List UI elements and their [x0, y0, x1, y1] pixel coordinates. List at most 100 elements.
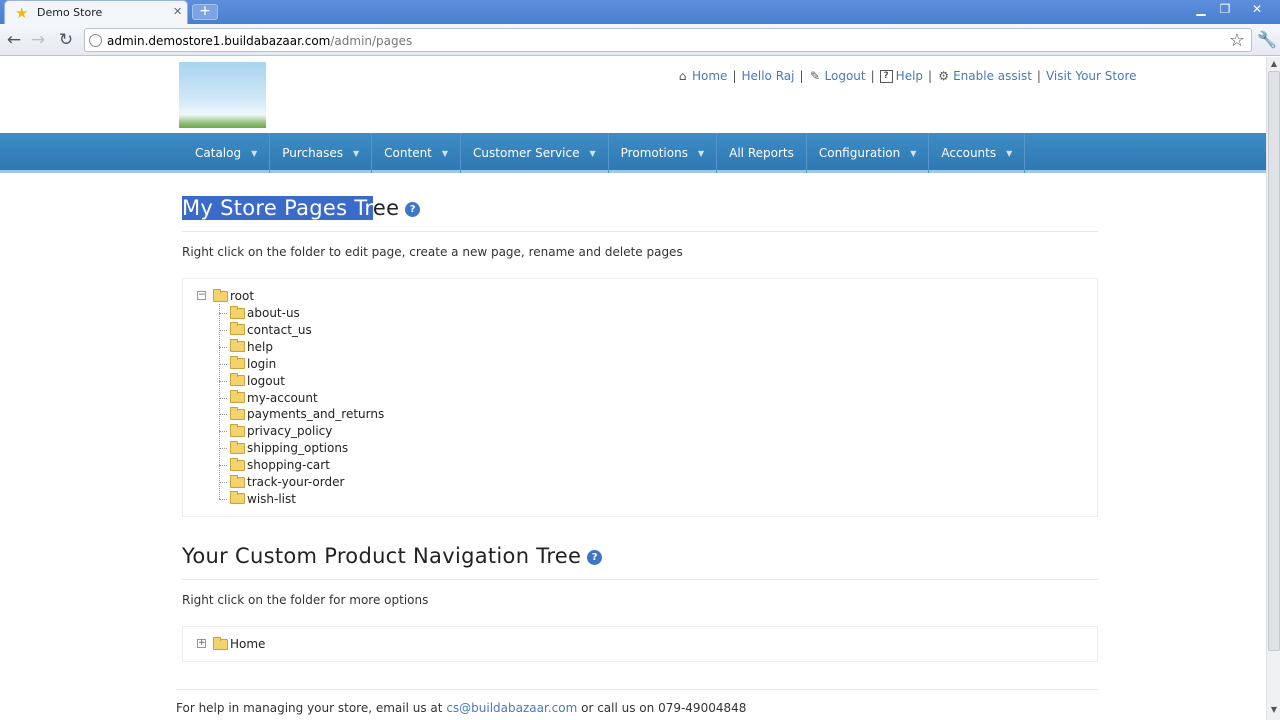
- pages-tree-title: My Store Pages Tree?: [182, 196, 421, 220]
- tab-title: Demo Store: [37, 6, 103, 19]
- dropdown-caret-icon: ▼: [251, 148, 258, 158]
- expand-plus-icon[interactable]: +: [197, 639, 206, 648]
- separator: |: [732, 69, 737, 83]
- enable-assist-link[interactable]: Enable assist: [953, 69, 1032, 83]
- folder-icon: [230, 356, 245, 370]
- menu-item-purchases[interactable]: Purchases ▼: [270, 133, 373, 173]
- menu-item-label: Configuration: [818, 146, 901, 160]
- tree-branch-line: [219, 380, 227, 382]
- url-text: admin.demostore1.buildabazaar.com/admin/…: [107, 34, 413, 48]
- tree-node-about-us[interactable]: about-us: [230, 305, 300, 321]
- menu-item-label: Customer Service: [473, 146, 580, 160]
- tab-close-icon[interactable]: ✕: [173, 5, 182, 18]
- dropdown-caret-icon: ▼: [589, 148, 596, 158]
- separator: |: [799, 69, 804, 83]
- hello-user-link[interactable]: Hello Raj: [741, 69, 794, 83]
- folder-icon: [230, 491, 245, 505]
- help-bubble-icon[interactable]: ?: [405, 201, 421, 217]
- scroll-down-icon[interactable]: ▼: [1268, 705, 1280, 717]
- tree-node-shipping_options[interactable]: shipping_options: [230, 440, 348, 456]
- reload-icon[interactable]: ↻: [56, 30, 76, 50]
- tree-branch-line: [219, 329, 227, 331]
- menu-item-content[interactable]: Content ▼: [372, 133, 462, 173]
- tree-node-my-account[interactable]: my-account: [230, 390, 318, 406]
- nav-tree-home-node[interactable]: Home: [213, 636, 265, 652]
- menu-item-customer-service[interactable]: Customer Service ▼: [461, 133, 609, 173]
- selected-title-text: My Store Pages Tr: [182, 196, 373, 220]
- wrench-menu-icon[interactable]: 🔧: [1257, 30, 1277, 49]
- folder-icon: [230, 322, 245, 336]
- tree-node-logout[interactable]: logout: [230, 373, 285, 389]
- divider: [182, 579, 1098, 580]
- folder-icon: [213, 636, 228, 650]
- main-menu-bar: Catalog ▼ Purchases ▼ Content ▼ Customer Servi…: [0, 133, 1266, 173]
- tree-branch-line: [219, 414, 227, 416]
- menu-item-accounts[interactable]: Accounts ▼: [929, 133, 1026, 173]
- collapse-minus-icon[interactable]: −: [197, 291, 206, 300]
- folder-icon: [230, 440, 245, 454]
- divider: [182, 231, 1098, 232]
- menu-item-configuration[interactable]: Configuration ▼: [807, 133, 930, 173]
- visit-store-link[interactable]: Visit Your Store: [1046, 69, 1137, 83]
- tree-node-shopping-cart[interactable]: shopping-cart: [230, 457, 330, 473]
- nav-tree-hint: Right click on the folder for more optio…: [182, 593, 429, 607]
- menu-item-label: Content: [384, 146, 432, 160]
- folder-icon: [230, 474, 245, 488]
- scroll-thumb[interactable]: [1268, 71, 1280, 651]
- page-scrollbar[interactable]: ▲ ▼: [1266, 57, 1280, 720]
- minimize-icon[interactable]: ▁: [1191, 2, 1211, 18]
- scroll-up-icon[interactable]: ▲: [1268, 59, 1280, 71]
- bookmark-star-icon[interactable]: ☆: [1229, 30, 1245, 51]
- tree-node-login[interactable]: login: [230, 356, 276, 372]
- tree-root-node[interactable]: root: [213, 288, 254, 304]
- tree-branch-line: [219, 346, 227, 348]
- browser-toolbar: ← → ↻ admin.demostore1.buildabazaar.com/…: [0, 24, 1280, 56]
- tree-node-track-your-order[interactable]: track-your-order: [230, 474, 344, 490]
- folder-icon: [230, 406, 245, 420]
- menu-item-catalog[interactable]: Catalog ▼: [183, 133, 271, 173]
- folder-icon: [213, 288, 228, 302]
- tree-branch-line: [219, 498, 227, 500]
- pages-tree-hint: Right click on the folder to edit page, …: [182, 245, 683, 259]
- menu-item-label: All Reports: [729, 146, 794, 160]
- folder-icon: [230, 305, 245, 319]
- tree-node-privacy_policy[interactable]: privacy_policy: [230, 423, 332, 439]
- restore-icon[interactable]: ❐: [1215, 2, 1235, 18]
- tree-node-contact_us[interactable]: contact_us: [230, 322, 312, 338]
- menu-item-label: Accounts: [941, 146, 997, 160]
- folder-icon: [230, 390, 245, 403]
- home-icon: ⌂: [678, 68, 687, 83]
- menu-item-label: Purchases: [282, 146, 343, 160]
- tree-node-wish-list[interactable]: wish-list: [230, 491, 296, 507]
- help-icon: ?: [879, 69, 893, 83]
- browser-titlebar: ★ Demo Store ✕ + ▁ ❐ ✕: [0, 0, 1280, 24]
- logout-link[interactable]: Logout: [825, 69, 866, 83]
- dropdown-caret-icon: ▼: [441, 148, 449, 158]
- tree-branch-line: [219, 465, 227, 467]
- tree-node-help[interactable]: help: [230, 339, 273, 355]
- tree-node-payments_and_returns[interactable]: payments_and_returns: [230, 406, 384, 422]
- tree-branch-line: [219, 431, 227, 433]
- forward-icon[interactable]: →: [28, 30, 48, 50]
- tree-branch-line: [219, 363, 227, 365]
- help-bubble-icon[interactable]: ?: [587, 549, 603, 565]
- divider: [176, 689, 1098, 690]
- store-logo[interactable]: [179, 62, 266, 128]
- tree-branch-line: [219, 313, 227, 314]
- dropdown-caret-icon: ▼: [353, 148, 360, 158]
- address-bar[interactable]: admin.demostore1.buildabazaar.com/admin/…: [84, 28, 1252, 52]
- support-email-link[interactable]: cs@buildabazaar.com: [446, 701, 577, 715]
- page-info-icon[interactable]: [89, 34, 102, 47]
- menu-item-promotions[interactable]: Promotions ▼: [609, 133, 718, 173]
- menu-item-label: Promotions: [620, 146, 688, 160]
- new-tab-button[interactable]: +: [192, 4, 218, 20]
- separator: |: [870, 69, 875, 83]
- window-close-icon[interactable]: ✕: [1247, 2, 1267, 18]
- menu-item-all-reports[interactable]: All Reports: [717, 133, 807, 173]
- assist-icon: ⚙: [938, 68, 949, 83]
- home-link[interactable]: Home: [692, 69, 727, 83]
- back-icon[interactable]: ←: [4, 30, 24, 50]
- browser-tab[interactable]: ★ Demo Store ✕: [4, 0, 188, 24]
- logout-icon: ✎: [810, 68, 821, 83]
- help-link[interactable]: Help: [896, 69, 923, 83]
